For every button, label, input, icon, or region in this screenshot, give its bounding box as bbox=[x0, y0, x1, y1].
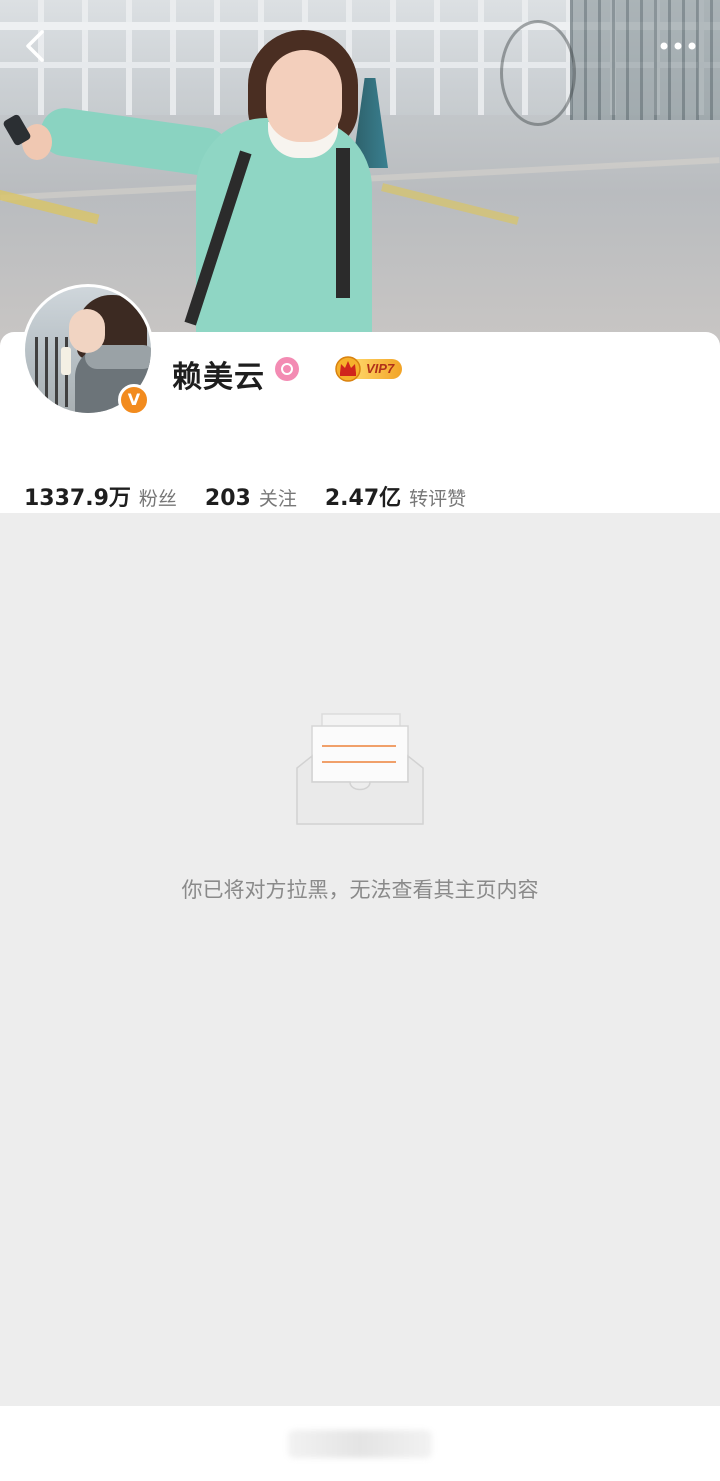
road-marking bbox=[381, 183, 519, 225]
stat-interactions[interactable]: 2.47亿 转评赞 bbox=[325, 480, 466, 512]
search-circle-icon[interactable] bbox=[275, 357, 299, 381]
stat-value: 203 bbox=[204, 486, 251, 511]
stat-label: 转评赞 bbox=[409, 488, 467, 510]
stat-label: 关注 bbox=[258, 488, 297, 510]
person-face bbox=[266, 50, 342, 142]
bag-strap bbox=[336, 148, 350, 298]
bottom-bar bbox=[0, 1406, 720, 1481]
stat-following[interactable]: 203 关注 bbox=[205, 484, 297, 511]
more-dots-icon bbox=[660, 42, 696, 50]
avatar-drink bbox=[61, 347, 71, 375]
blocked-message: 你已将对方拉黑，无法查看其主页内容 bbox=[181, 878, 539, 902]
back-button[interactable] bbox=[18, 26, 58, 66]
profile-name: 赖美云 bbox=[172, 360, 265, 395]
stat-followers[interactable]: 1337.9万 粉丝 bbox=[24, 480, 177, 512]
stat-label: 粉丝 bbox=[138, 488, 177, 510]
stat-value: 1337.9万 bbox=[24, 486, 131, 511]
stat-value: 2.47亿 bbox=[324, 486, 402, 511]
bicycle-graphic bbox=[500, 20, 576, 126]
vip-badge[interactable]: VIP7 bbox=[334, 354, 410, 382]
crown-icon bbox=[335, 356, 361, 382]
profile-stats: 1337.9万 粉丝 203 关注 2.47亿 转评赞 bbox=[24, 480, 494, 514]
chevron-left-icon bbox=[26, 30, 44, 62]
empty-inbox-icon bbox=[296, 713, 424, 825]
avatar-face bbox=[69, 309, 105, 353]
more-button[interactable] bbox=[656, 30, 700, 62]
blurred-watermark bbox=[288, 1430, 432, 1458]
verified-badge-icon: V bbox=[118, 384, 150, 416]
